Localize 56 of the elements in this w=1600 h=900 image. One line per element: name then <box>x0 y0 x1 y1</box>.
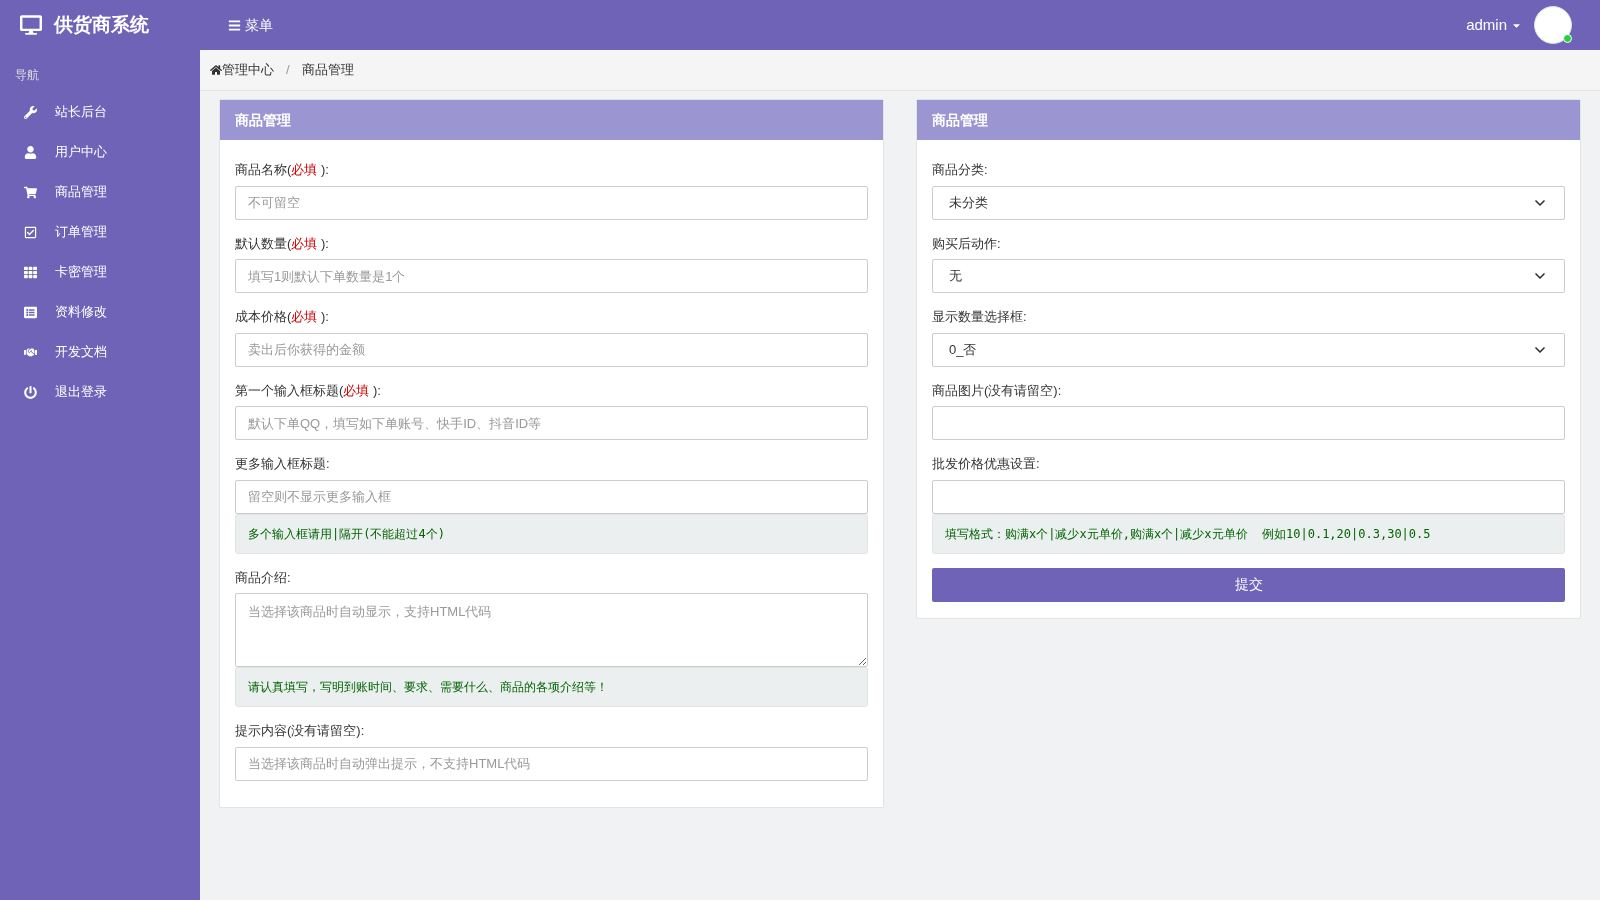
user-menu[interactable]: admin <box>1466 13 1522 37</box>
list-icon <box>24 305 37 319</box>
field-label: 商品图片(没有请留空): <box>932 381 1063 400</box>
breadcrumb-separator: / <box>285 61 291 80</box>
menu-button[interactable]: 菜单 <box>228 14 273 36</box>
textarea-field[interactable]: 当选择该商品时自动显示，支持HTML代码 <box>235 593 868 667</box>
field-label: 商品分类: <box>932 161 989 179</box>
field-label: 商品名称(必填 ): <box>235 161 330 179</box>
sidebar-item[interactable]: 退出登录 <box>0 372 200 412</box>
wrench-icon <box>24 105 37 119</box>
breadcrumb-link[interactable]: 商品管理 <box>301 60 354 80</box>
help-text: 请认真填写，写明到账时间、要求、需要什么、商品的各项介绍等！ <box>235 667 868 707</box>
field-label: 成本价格(必填 ): <box>235 308 330 326</box>
input-field[interactable]: 卖出后你获得的金额 <box>235 332 868 367</box>
field-label: 默认数量(必填 ): <box>235 234 330 253</box>
sidebar-item[interactable]: 站长后台 <box>0 92 200 132</box>
input-field[interactable]: 留空则不显示更多输入框 <box>235 479 868 514</box>
select-field[interactable]: 0_否 <box>932 332 1565 367</box>
avatar[interactable] <box>1534 6 1572 44</box>
field-label: 批发价格优惠设置: <box>932 455 1041 473</box>
field-label: 商品介绍: <box>235 568 292 587</box>
brand-title: 供货商系统 <box>54 12 149 37</box>
panel-header: 商品管理 <box>917 100 1580 140</box>
sidebar-item[interactable]: 开发文档 <box>0 332 200 372</box>
checkbox-icon <box>24 225 37 239</box>
help-text: 填写格式：购满x个|减少x元单价,购满x个|减少x元单价 例如10|0.1,20|0.3,30|0.5 <box>932 513 1565 554</box>
input-field[interactable] <box>932 479 1565 514</box>
input-field[interactable]: 不可留空 <box>235 185 868 220</box>
input-field[interactable]: 当选择该商品时自动弹出提示，不支持HTML代码 <box>235 746 868 781</box>
breadcrumb-link[interactable]: 管理中心 <box>222 60 274 80</box>
grid-icon <box>24 265 37 279</box>
help-text: 多个输入框请用|隔开(不能超过4个) <box>235 513 868 554</box>
sidebar-item[interactable]: 商品管理 <box>0 172 200 212</box>
sidebar-item[interactable]: 资料修改 <box>0 292 200 332</box>
sidebar-item[interactable]: 订单管理 <box>0 212 200 252</box>
monitor-icon <box>20 14 42 36</box>
user-icon <box>24 145 37 159</box>
select-field[interactable]: 未分类 <box>932 185 1565 220</box>
sidebar-item[interactable]: 卡密管理 <box>0 252 200 292</box>
field-label: 提示内容(没有请留空): <box>235 722 366 740</box>
field-label: 第一个输入框标题(必填 ): <box>235 381 382 400</box>
select-field[interactable]: 无 <box>932 259 1565 293</box>
sidebar-item[interactable]: 用户中心 <box>0 132 200 172</box>
field-label: 购买后动作: <box>932 234 1002 253</box>
home-icon <box>210 64 222 76</box>
menu-icon <box>228 18 241 32</box>
panel-header: 商品管理 <box>220 100 883 140</box>
power-icon <box>24 385 37 399</box>
sidebar-heading: 导航 <box>14 67 39 84</box>
field-label: 显示数量选择框: <box>932 308 1028 326</box>
field-label: 更多输入框标题: <box>235 455 331 473</box>
input-field[interactable]: 填写1则默认下单数量是1个 <box>235 259 868 293</box>
input-field[interactable] <box>932 406 1565 440</box>
cart-icon <box>24 185 37 199</box>
input-field[interactable]: 默认下单QQ，填写如下单账号、快手ID、抖音ID等 <box>235 406 868 440</box>
submit-button[interactable]: 提交 <box>932 567 1565 602</box>
